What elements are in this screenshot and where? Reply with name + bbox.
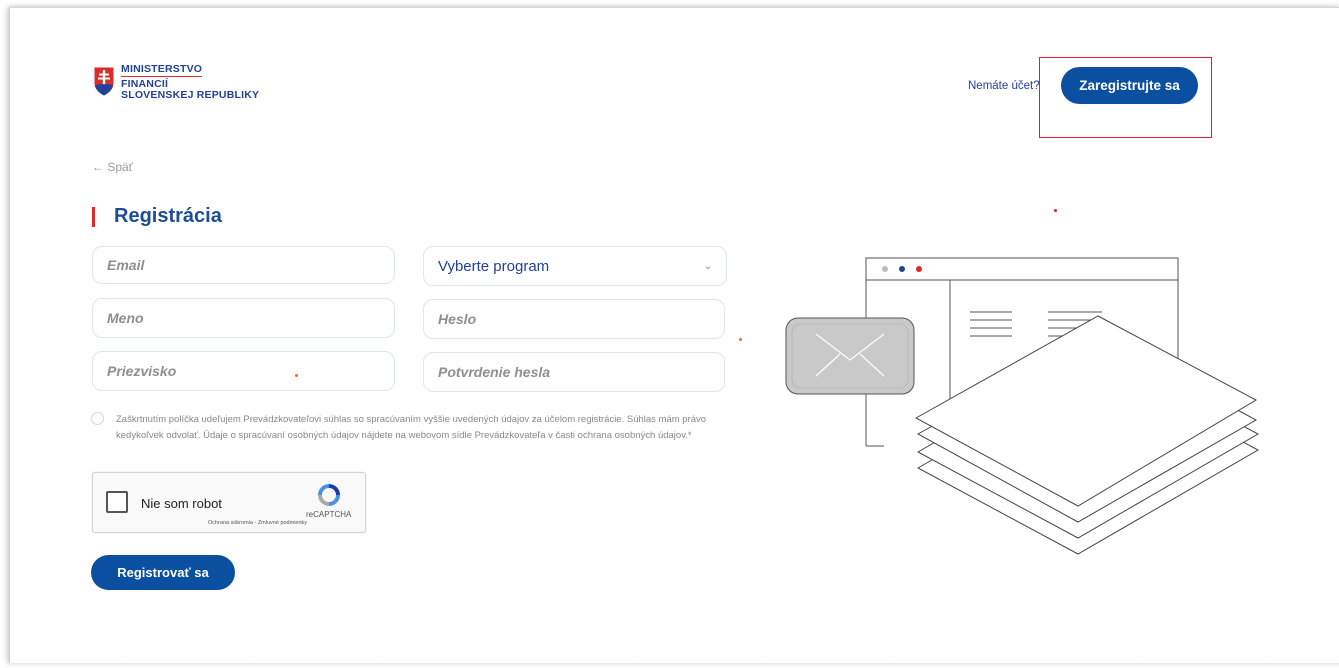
program-select[interactable]: Vyberte program ⌄	[423, 246, 727, 286]
window-dot-grey	[882, 266, 888, 272]
recaptcha-checkbox[interactable]	[106, 491, 128, 513]
register-submit-button[interactable]: Registrovať sa	[91, 555, 235, 590]
logo-line-3: SLOVENSKEJ REPUBLIKY	[121, 89, 260, 101]
bottom-rule	[9, 663, 1339, 668]
recaptcha-label: Nie som robot	[141, 496, 222, 511]
title-accent-bar	[92, 207, 95, 227]
recaptcha-links[interactable]: Ochrana súkromia - Zmluvné podmienky	[208, 520, 307, 526]
name-input[interactable]	[92, 298, 395, 338]
registration-illustration	[785, 257, 1260, 555]
recaptcha-icon	[318, 484, 340, 506]
decor-dot	[739, 338, 742, 341]
envelope-icon	[785, 317, 915, 395]
surname-input[interactable]	[92, 351, 395, 391]
highlight-box	[1039, 57, 1212, 138]
consent-checkbox[interactable]	[91, 412, 104, 425]
coat-of-arms-icon	[93, 66, 115, 97]
logo-text: MINISTERSTVO FINANCIÍ SLOVENSKEJ REPUBLI…	[121, 64, 259, 101]
recaptcha-widget: Nie som robot reCAPTCHA Ochrana súkromia…	[92, 472, 366, 533]
program-select-value: Vyberte program	[438, 257, 550, 275]
window-dot-red	[916, 266, 922, 272]
email-input[interactable]	[92, 246, 395, 284]
papers-stack	[914, 315, 1260, 555]
logo-line-1: MINISTERSTVO	[121, 63, 203, 77]
password-input[interactable]	[423, 299, 725, 339]
ministry-logo[interactable]: MINISTERSTVO FINANCIÍ SLOVENSKEJ REPUBLI…	[93, 64, 259, 101]
decor-dot	[1054, 209, 1057, 212]
decor-dot	[295, 374, 298, 377]
page-title: Registrácia	[114, 205, 222, 227]
no-account-text: Nemáte účet?	[968, 80, 1040, 92]
back-link[interactable]: ← Späť	[92, 160, 133, 174]
password-confirm-input[interactable]	[423, 352, 725, 392]
recaptcha-brand: reCAPTCHA	[306, 510, 352, 519]
consent-text: Zaškrtnutím políčka udeľujem Prevádzkova…	[116, 414, 707, 441]
chevron-down-icon: ⌄	[703, 260, 712, 272]
window-dot-blue	[899, 266, 905, 272]
